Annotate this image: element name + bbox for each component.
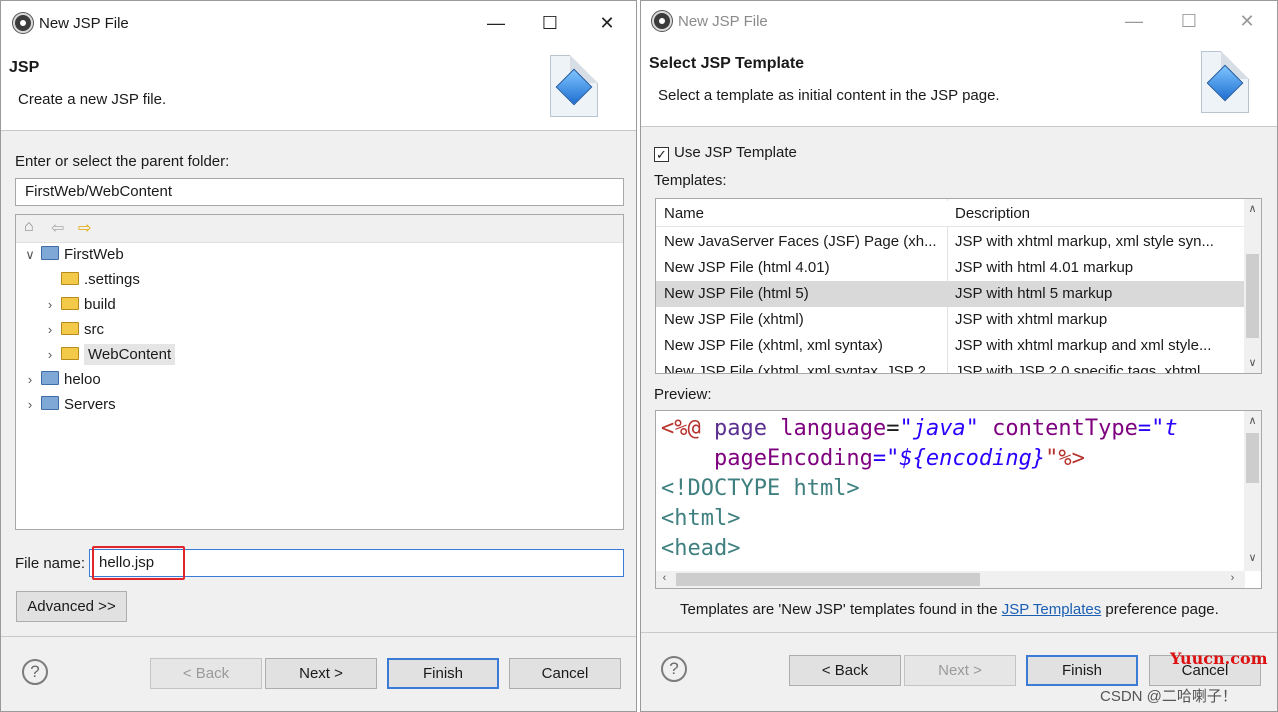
help-icon[interactable]: ? (661, 656, 687, 682)
forward-arrow-icon[interactable]: ⇨ (78, 218, 91, 238)
folder-tree[interactable]: ⌂ ⇦ ⇨ ∨ FirstWeb .settings › build › src › W… (15, 214, 624, 530)
minimize-icon[interactable]: — (1117, 7, 1151, 35)
project-icon (41, 371, 59, 385)
wizard-header: Select JSP Template Select a template as… (641, 41, 1277, 127)
preview-code-line: <head> (661, 536, 741, 561)
window-title: New JSP File (39, 15, 129, 32)
preview-code-line: <html> (661, 506, 741, 531)
scrollbar-thumb[interactable] (1246, 254, 1259, 338)
next-button[interactable]: Next > (904, 655, 1016, 686)
divider (641, 632, 1277, 633)
file-name-label: File name: (15, 555, 86, 572)
scroll-down-icon[interactable]: ∨ (1244, 356, 1261, 369)
table-row[interactable]: New JSP File (html 4.01) JSP with html 4… (656, 255, 1245, 281)
preview-code-line: <!DOCTYPE html> (661, 476, 860, 501)
templates-footer-text: Templates are 'New JSP' templates found … (680, 601, 1219, 618)
close-icon[interactable]: ✕ (590, 9, 624, 37)
scroll-up-icon[interactable]: ∧ (1244, 202, 1261, 215)
chevron-down-icon[interactable]: ∨ (22, 244, 38, 266)
preview-label: Preview: (654, 386, 712, 403)
chevron-right-icon[interactable]: › (42, 344, 58, 366)
preview-code-line: pageEncoding="${encoding}"%> (661, 446, 1085, 471)
folder-icon (61, 347, 79, 360)
table-row-selected[interactable]: New JSP File (html 5) JSP with html 5 ma… (656, 281, 1245, 307)
template-preview[interactable]: <%@ page language="java" contentType="t … (655, 410, 1262, 589)
table-row[interactable]: New JSP File (xhtml, xml syntax) JSP wit… (656, 333, 1245, 359)
divider (1, 636, 636, 637)
jsp-templates-link[interactable]: JSP Templates (1002, 601, 1102, 618)
templates-label: Templates: (654, 172, 727, 189)
finish-button[interactable]: Finish (387, 658, 499, 689)
tree-item-settings[interactable]: .settings (42, 269, 140, 291)
finish-button[interactable]: Finish (1026, 655, 1138, 686)
checkbox-checked-icon[interactable]: ✓ (654, 147, 669, 162)
tree-item-heloo[interactable]: › heloo (22, 369, 101, 391)
scroll-down-icon[interactable]: ∨ (1244, 551, 1261, 564)
preview-code-line: <%@ page language="java" contentType="t (661, 416, 1178, 441)
close-icon[interactable]: ✕ (1230, 7, 1264, 35)
folder-icon (61, 272, 79, 285)
chevron-right-icon[interactable]: › (22, 369, 38, 391)
cancel-button[interactable]: Cancel (509, 658, 621, 689)
table-row[interactable]: New JSP File (xhtml, xml syntax, JSP 2..… (656, 359, 1245, 373)
parent-folder-label: Enter or select the parent folder: (15, 153, 230, 170)
table-row[interactable]: New JavaServer Faces (JSF) Page (xh... J… (656, 229, 1245, 255)
tree-toolbar: ⌂ ⇦ ⇨ (16, 215, 623, 243)
next-button[interactable]: Next > (265, 658, 377, 689)
help-icon[interactable]: ? (22, 659, 48, 685)
window-title: New JSP File (678, 13, 768, 30)
chevron-right-icon[interactable]: › (42, 294, 58, 316)
chevron-right-icon[interactable]: › (22, 394, 38, 416)
highlight-box (92, 546, 185, 580)
eclipse-icon (652, 11, 672, 31)
scroll-right-icon[interactable]: › (1224, 572, 1241, 584)
advanced-button[interactable]: Advanced >> (16, 591, 127, 622)
folder-icon (61, 297, 79, 310)
watermark-author: CSDN @二哈喇子！ (1100, 688, 1237, 705)
preview-vertical-scrollbar[interactable]: ∧ ∨ (1244, 411, 1261, 571)
header-title: Select JSP Template (649, 55, 805, 72)
chevron-right-icon[interactable]: › (42, 319, 58, 341)
wizard-banner-icon (550, 55, 598, 117)
column-header-name[interactable]: Name (664, 201, 944, 227)
scrollbar-thumb[interactable] (676, 573, 980, 586)
tree-item-webcontent[interactable]: › WebContent (42, 344, 176, 366)
maximize-icon[interactable]: ☐ (1172, 7, 1206, 35)
maximize-icon[interactable]: ☐ (533, 9, 567, 37)
watermark-site: Yuucn.com (1170, 649, 1268, 668)
header-title: JSP (9, 59, 40, 76)
header-description: Select a template as initial content in … (658, 87, 1000, 104)
scroll-up-icon[interactable]: ∧ (1244, 414, 1261, 427)
home-icon[interactable]: ⌂ (24, 218, 34, 236)
folder-icon (61, 322, 79, 335)
templates-table[interactable]: Name Description New JavaServer Faces (J… (655, 198, 1262, 374)
back-arrow-icon[interactable]: ⇦ (51, 218, 64, 238)
column-header-description[interactable]: Description (955, 201, 1237, 227)
parent-folder-input[interactable]: FirstWeb/WebContent (15, 178, 624, 206)
scroll-left-icon[interactable]: ‹ (656, 572, 673, 584)
tree-item-firstweb[interactable]: ∨ FirstWeb (22, 244, 124, 266)
eclipse-icon (13, 13, 33, 33)
preview-horizontal-scrollbar[interactable]: ‹ › (656, 571, 1245, 588)
table-header-row: Name Description (656, 201, 1245, 227)
table-row[interactable]: New JSP File (xhtml) JSP with xhtml mark… (656, 307, 1245, 333)
project-icon (41, 246, 59, 260)
minimize-icon[interactable]: — (479, 9, 513, 37)
header-description: Create a new JSP file. (18, 91, 167, 108)
title-bar: New JSP File — ☐ ✕ (641, 1, 1277, 45)
back-button[interactable]: < Back (150, 658, 262, 689)
tree-item-src[interactable]: › src (42, 319, 104, 341)
tree-item-servers[interactable]: › Servers (22, 394, 116, 416)
table-scrollbar[interactable]: ∧ ∨ (1244, 199, 1261, 373)
back-button[interactable]: < Back (789, 655, 901, 686)
use-template-checkbox[interactable]: ✓ Use JSP Template (654, 144, 797, 162)
wizard-banner-icon (1201, 51, 1249, 113)
wizard-header: JSP Create a new JSP file. (1, 45, 636, 131)
new-jsp-file-dialog: New JSP File — ☐ ✕ JSP Create a new JSP … (0, 0, 637, 712)
scrollbar-thumb[interactable] (1246, 433, 1259, 483)
folder-icon (41, 396, 59, 410)
title-bar: New JSP File — ☐ ✕ (1, 1, 636, 45)
tree-item-build[interactable]: › build (42, 294, 116, 316)
